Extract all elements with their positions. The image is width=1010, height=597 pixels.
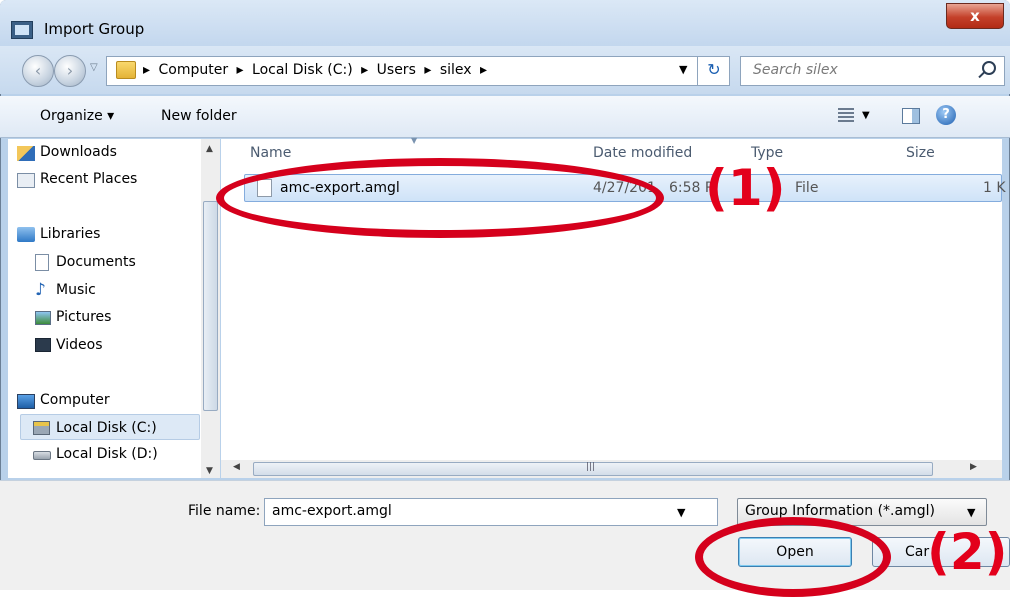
open-button[interactable]: Open [738,537,852,567]
dialog-app-icon [11,21,33,39]
file-date-modified: 4/27/201 [593,180,656,196]
sort-indicator-icon: ▼ [411,136,418,145]
scroll-down-icon[interactable]: ▼ [206,466,213,476]
breadcrumb-separator[interactable]: ▸ [424,62,431,78]
breadcrumb: ▸ Computer ▸ Local Disk (C:) ▸ Users ▸ s… [143,62,491,78]
file-name-dropdown-icon[interactable]: ▼ [677,506,685,519]
videos-icon [35,338,51,352]
change-view-icon[interactable] [838,108,854,122]
nav-item-local-disk-d[interactable]: Local Disk (D:) [56,446,158,462]
breadcrumb-users[interactable]: Users [377,62,416,78]
column-header-date-modified[interactable]: Date modified [593,145,692,161]
nav-item-videos[interactable]: Videos [56,337,103,353]
nav-item-local-disk-c[interactable]: Local Disk (C:) [56,420,157,436]
documents-icon [35,254,49,271]
breadcrumb-separator[interactable]: ▸ [480,62,487,78]
music-icon: ♪ [35,280,46,300]
nav-item-documents[interactable]: Documents [56,254,136,270]
breadcrumb-separator[interactable]: ▸ [237,62,244,78]
file-icon [257,179,272,197]
annotation-label-1: (1) [705,159,786,217]
dialog-footer [0,480,1010,590]
forward-button[interactable]: › [54,55,86,87]
breadcrumb-silex[interactable]: silex [440,62,472,78]
recent-places-icon [17,173,35,188]
refresh-icon[interactable]: ↻ [697,56,730,86]
file-name-value: amc-export.amgl [272,503,392,519]
nav-item-recent-places[interactable]: Recent Places [40,171,137,187]
scroll-grip-icon: ||| [586,462,596,472]
folder-icon [116,61,136,79]
file-type-value: Group Information (*.amgl) [745,503,935,519]
help-icon[interactable]: ? [936,105,956,125]
file-name: amc-export.amgl [280,180,400,196]
preview-pane-icon[interactable] [902,108,920,124]
scroll-left-icon[interactable]: ◀ [233,462,240,472]
file-type-dropdown-icon[interactable]: ▼ [967,506,975,519]
local-disk-c-icon [33,421,50,435]
search-icon[interactable] [982,61,996,75]
computer-icon [17,394,35,409]
column-header-size[interactable]: Size [906,145,935,161]
breadcrumb-separator[interactable]: ▸ [361,62,368,78]
local-disk-d-icon [33,451,51,460]
back-button[interactable]: ‹ [22,55,54,87]
file-size: 1 K [983,180,1006,196]
scroll-right-icon[interactable]: ▶ [970,462,977,472]
breadcrumb-separator[interactable]: ▸ [143,62,150,78]
file-name-label: File name: [188,503,261,519]
recent-locations-dropdown-icon[interactable]: ▽ [90,62,98,73]
new-folder-button[interactable]: New folder [161,108,237,124]
annotation-label-2: (2) [927,523,1008,581]
close-button[interactable]: x [946,3,1004,29]
address-dropdown-icon[interactable]: ▼ [679,63,687,76]
view-dropdown-icon[interactable]: ▼ [862,110,870,121]
column-header-name[interactable]: Name [250,145,291,161]
scroll-up-icon[interactable]: ▲ [206,144,213,154]
command-bar [0,96,1010,138]
window-title: Import Group [44,20,145,38]
file-type: File [795,180,819,196]
nav-item-pictures[interactable]: Pictures [56,309,111,325]
organize-button[interactable]: Organize ▾ [40,108,114,124]
pictures-icon [35,311,51,325]
breadcrumb-computer[interactable]: Computer [158,62,228,78]
libraries-icon [17,227,35,242]
search-placeholder: Search silex [753,62,838,78]
nav-item-downloads[interactable]: Downloads [40,144,117,160]
nav-item-libraries[interactable]: Libraries [40,226,100,242]
breadcrumb-local-disk-c[interactable]: Local Disk (C:) [252,62,353,78]
nav-item-computer[interactable]: Computer [40,392,110,408]
nav-scroll-thumb[interactable] [203,201,218,411]
nav-item-music[interactable]: Music [56,282,96,298]
title-bar [0,0,1010,46]
downloads-folder-icon [17,146,35,161]
